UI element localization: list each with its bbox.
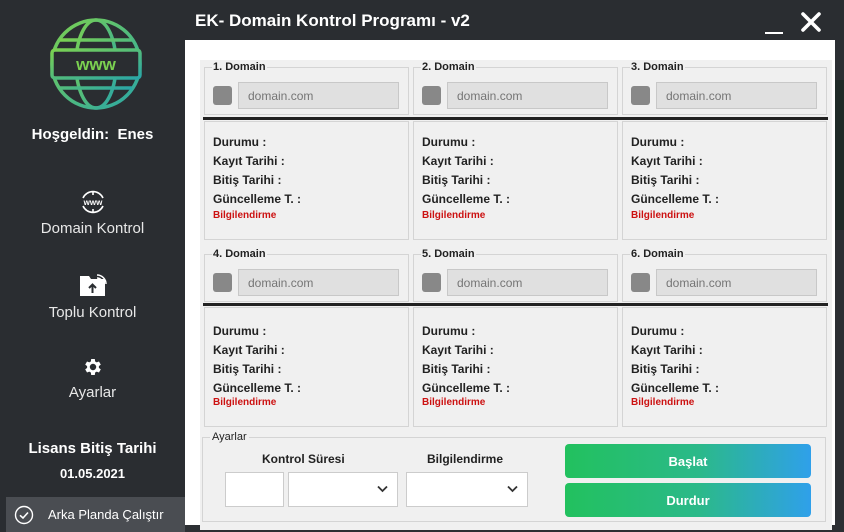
info-expiry-label: Bitiş Tarihi : bbox=[631, 362, 700, 376]
welcome-prefix: Hoşgeldin: bbox=[31, 126, 110, 143]
window-title: EK- Domain Kontrol Programı - v2 bbox=[195, 11, 470, 30]
domain-input-group: 4. Domain bbox=[204, 248, 409, 302]
nav-domain-kontrol[interactable]: www Domain Kontrol bbox=[0, 190, 185, 237]
info-notify-label: Bilgilendirme bbox=[631, 397, 695, 408]
info-notify-label: Bilgilendirme bbox=[631, 210, 695, 221]
nav-label: Domain Kontrol bbox=[40, 220, 145, 237]
info-notify-label: Bilgilendirme bbox=[213, 397, 277, 408]
domain-info-panel: Durumu : Kayıt Tarihi : Bitiş Tarihi : Günc… bbox=[204, 121, 409, 240]
nav-ayarlar[interactable]: Ayarlar bbox=[0, 356, 185, 401]
info-expiry-label: Bitiş Tarihi : bbox=[422, 173, 491, 187]
nav-toplu-kontrol[interactable]: Toplu Kontrol bbox=[0, 272, 185, 321]
chevron-down-icon bbox=[377, 485, 388, 493]
domain-info-panel: Durumu : Kayıt Tarihi : Bitiş Tarihi : Günc… bbox=[622, 307, 827, 427]
title-bar[interactable]: EK- Domain Kontrol Programı - v2 bbox=[185, 0, 844, 40]
domain-info-panel: Durumu : Kayıt Tarihi : Bitiş Tarihi : Günc… bbox=[204, 307, 409, 427]
domain-title: 6. Domain bbox=[630, 248, 685, 260]
domain-checkbox[interactable] bbox=[213, 86, 232, 105]
user-name: Enes bbox=[117, 126, 154, 143]
background-run-toggle[interactable]: Arka Planda Çalıştır bbox=[6, 497, 185, 532]
info-updated-label: Güncelleme T. : bbox=[422, 192, 511, 206]
info-registered-label: Kayıt Tarihi : bbox=[631, 154, 703, 168]
info-expiry-label: Bitiş Tarihi : bbox=[422, 362, 491, 376]
domain-input-group: 5. Domain bbox=[413, 248, 618, 302]
domain-input-group: 2. Domain bbox=[413, 61, 618, 115]
notify-select[interactable] bbox=[406, 472, 528, 507]
minimize-button[interactable] bbox=[765, 20, 783, 34]
row-separator bbox=[203, 303, 828, 306]
logo-text: www bbox=[75, 55, 116, 74]
info-expiry-label: Bitiş Tarihi : bbox=[631, 173, 700, 187]
domain-checkbox[interactable] bbox=[631, 86, 650, 105]
svg-text:www: www bbox=[82, 198, 102, 207]
folder-upload-icon bbox=[79, 274, 107, 296]
interval-label: Kontrol Süresi bbox=[262, 452, 345, 466]
domain-info-panel: Durumu : Kayıt Tarihi : Bitiş Tarihi : Günc… bbox=[413, 307, 618, 427]
info-status-label: Durumu : bbox=[213, 324, 267, 338]
domain-title: 5. Domain bbox=[421, 248, 476, 260]
info-status-label: Durumu : bbox=[422, 135, 476, 149]
domain-input-group: 6. Domain bbox=[622, 248, 827, 302]
interval-input[interactable] bbox=[225, 472, 284, 507]
info-registered-label: Kayıt Tarihi : bbox=[213, 154, 285, 168]
info-status-label: Durumu : bbox=[422, 324, 476, 338]
info-updated-label: Güncelleme T. : bbox=[213, 381, 302, 395]
row-separator bbox=[203, 117, 828, 120]
domain-info-panel: Durumu : Kayıt Tarihi : Bitiş Tarihi : Günc… bbox=[413, 121, 618, 240]
domain-info-panel: Durumu : Kayıt Tarihi : Bitiş Tarihi : Günc… bbox=[622, 121, 827, 240]
info-status-label: Durumu : bbox=[631, 135, 685, 149]
notify-setting-label: Bilgilendirme bbox=[427, 452, 504, 466]
gear-icon bbox=[84, 359, 101, 375]
domain-checkbox[interactable] bbox=[631, 273, 650, 292]
close-icon[interactable] bbox=[799, 10, 823, 34]
domain-input-group: 1. Domain bbox=[204, 61, 409, 115]
settings-group: Ayarlar Kontrol Süresi Bilgilendirme Baş… bbox=[202, 431, 826, 522]
check-circle-icon bbox=[14, 505, 34, 524]
info-registered-label: Kayıt Tarihi : bbox=[213, 343, 285, 357]
domain-title: 1. Domain bbox=[212, 61, 267, 73]
info-status-label: Durumu : bbox=[213, 135, 267, 149]
info-registered-label: Kayıt Tarihi : bbox=[422, 343, 494, 357]
background-run-label: Arka Planda Çalıştır bbox=[48, 507, 164, 522]
nav-label: Toplu Kontrol bbox=[48, 304, 137, 321]
info-updated-label: Güncelleme T. : bbox=[213, 192, 302, 206]
sidebar: www Hoşgeldin: Enes www Domain Kontrol T… bbox=[0, 0, 185, 532]
domain-input[interactable] bbox=[447, 269, 608, 296]
info-registered-label: Kayıt Tarihi : bbox=[631, 343, 703, 357]
info-expiry-label: Bitiş Tarihi : bbox=[213, 173, 282, 187]
stop-button[interactable]: Durdur bbox=[565, 483, 811, 517]
license-title: Lisans Bitiş Tarihi bbox=[28, 440, 157, 457]
globe-www-logo-icon: www bbox=[50, 18, 142, 110]
nav-label: Ayarlar bbox=[68, 384, 117, 401]
license-date: 01.05.2021 bbox=[59, 466, 126, 481]
domain-title: 4. Domain bbox=[212, 248, 267, 260]
domain-input[interactable] bbox=[447, 82, 608, 109]
domain-title: 2. Domain bbox=[421, 61, 476, 73]
domain-input[interactable] bbox=[656, 269, 817, 296]
info-updated-label: Güncelleme T. : bbox=[422, 381, 511, 395]
welcome-text: Hoşgeldin: Enes bbox=[0, 126, 185, 143]
start-button[interactable]: Başlat bbox=[565, 444, 811, 478]
domain-input[interactable] bbox=[238, 269, 399, 296]
info-notify-label: Bilgilendirme bbox=[213, 210, 277, 221]
info-updated-label: Güncelleme T. : bbox=[631, 381, 720, 395]
info-expiry-label: Bitiş Tarihi : bbox=[213, 362, 282, 376]
domain-input[interactable] bbox=[656, 82, 817, 109]
domain-title: 3. Domain bbox=[630, 61, 685, 73]
info-status-label: Durumu : bbox=[631, 324, 685, 338]
chevron-down-icon bbox=[507, 485, 518, 493]
settings-group-title: Ayarlar bbox=[210, 431, 249, 443]
info-registered-label: Kayıt Tarihi : bbox=[422, 154, 494, 168]
globe-www-icon: www bbox=[81, 190, 104, 214]
interval-unit-select[interactable] bbox=[288, 472, 398, 507]
info-notify-label: Bilgilendirme bbox=[422, 397, 486, 408]
domain-checkbox[interactable] bbox=[422, 86, 441, 105]
domain-input[interactable] bbox=[238, 82, 399, 109]
info-updated-label: Güncelleme T. : bbox=[631, 192, 720, 206]
domain-checkbox[interactable] bbox=[422, 273, 441, 292]
domain-checkbox[interactable] bbox=[213, 273, 232, 292]
domain-input-group: 3. Domain bbox=[622, 61, 827, 115]
info-notify-label: Bilgilendirme bbox=[422, 210, 486, 221]
